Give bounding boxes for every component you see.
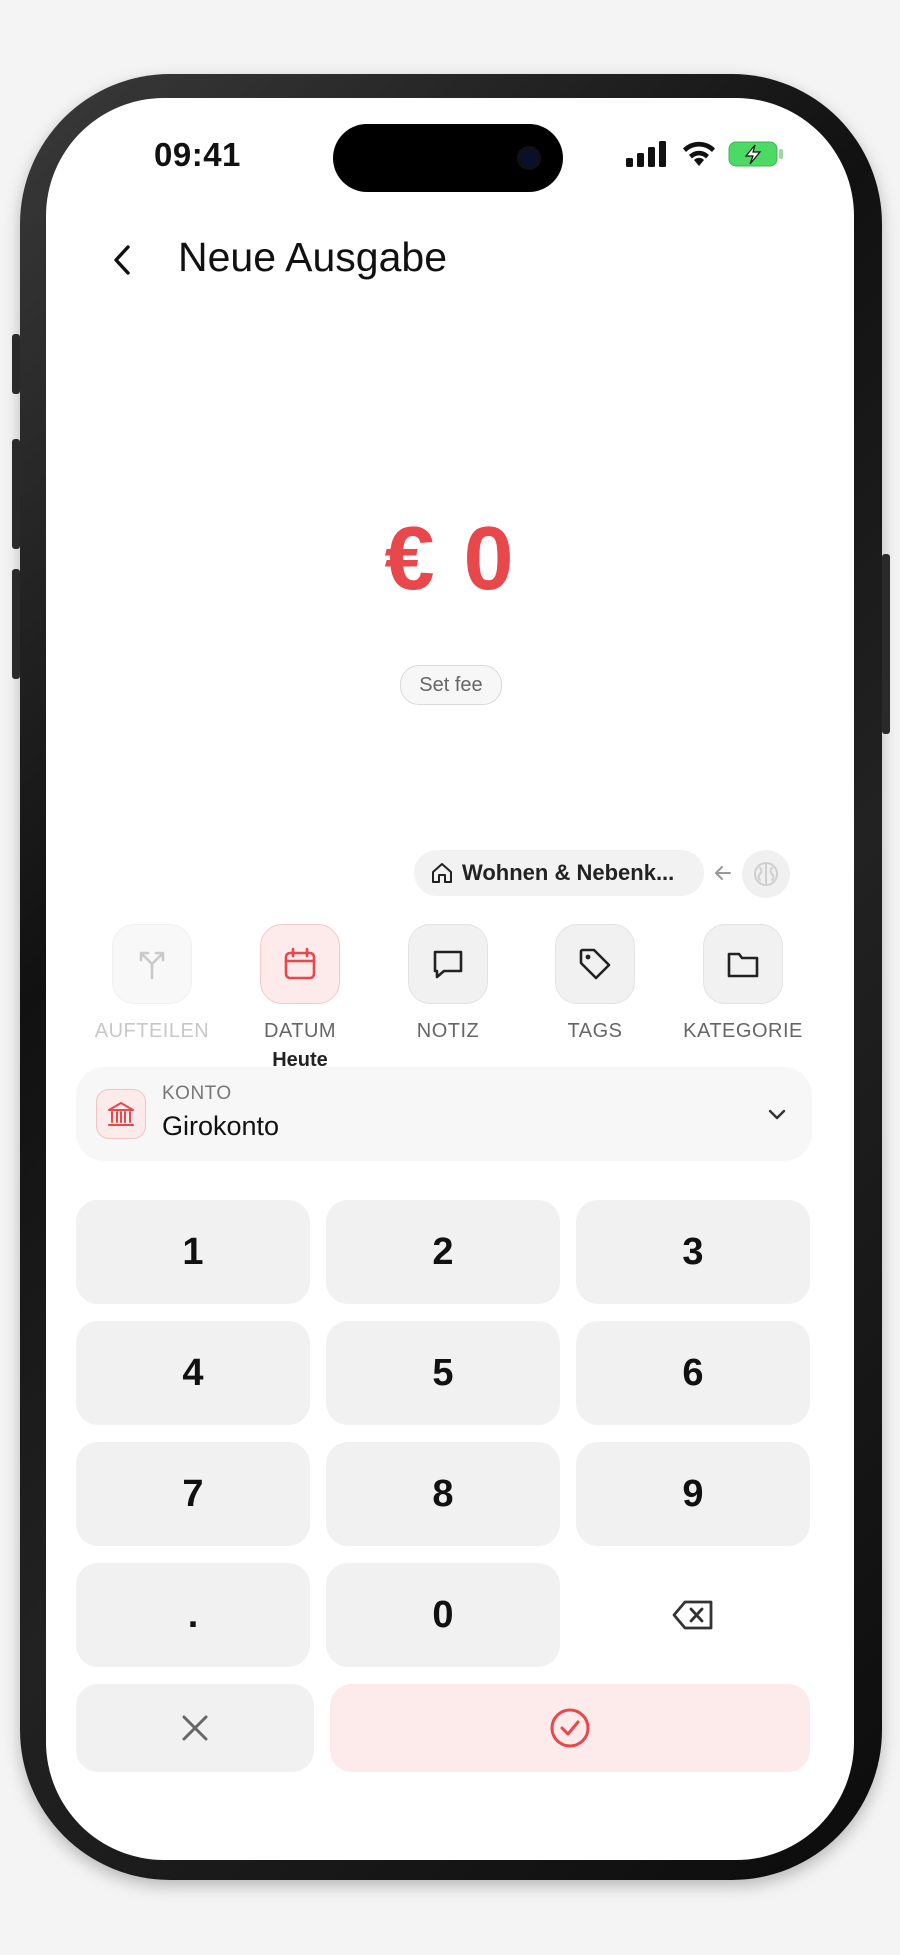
- set-fee-button[interactable]: Set fee: [400, 665, 502, 705]
- status-time: 09:41: [154, 136, 241, 173]
- status-icons: [626, 140, 784, 168]
- page-title: Neue Ausgabe: [178, 234, 448, 280]
- action-kategorie[interactable]: KATEGORIE: [678, 924, 808, 1043]
- backspace-icon: [672, 1600, 713, 1630]
- wifi-icon: [683, 141, 715, 166]
- check-circle-icon: [550, 1708, 590, 1748]
- quick-actions-row: AUFTEILEN DATUM Heute NOTIZ TAGS KATEGOR…: [46, 924, 854, 1071]
- action-button: [12, 334, 20, 394]
- split-icon: [112, 924, 192, 1004]
- note-icon: [408, 924, 488, 1004]
- calendar-icon: [260, 924, 340, 1004]
- brain-icon: [754, 862, 778, 886]
- dynamic-island: [333, 124, 563, 192]
- cellular-signal-icon: [626, 141, 666, 167]
- category-suggestion-chip[interactable]: Wohnen & Nebenk...: [414, 850, 704, 896]
- key-3[interactable]: 3: [576, 1200, 810, 1304]
- account-selector[interactable]: KONTO Girokonto: [76, 1067, 812, 1161]
- action-label: NOTIZ: [416, 1020, 480, 1042]
- cancel-button[interactable]: [76, 1684, 314, 1772]
- arrow-left-icon: [715, 866, 731, 880]
- key-8[interactable]: 8: [326, 1442, 560, 1546]
- backspace-button[interactable]: [576, 1563, 810, 1667]
- confirm-button[interactable]: [330, 1684, 810, 1772]
- action-datum[interactable]: DATUM Heute: [235, 924, 365, 1072]
- key-7[interactable]: 7: [76, 1442, 310, 1546]
- key-0[interactable]: 0: [326, 1563, 560, 1667]
- camera-icon: [517, 146, 541, 170]
- account-value: Girokonto: [162, 1111, 280, 1141]
- action-label: AUFTEILEN: [94, 1020, 210, 1042]
- key-9[interactable]: 9: [576, 1442, 810, 1546]
- home-icon: [432, 863, 452, 883]
- key-1[interactable]: 1: [76, 1200, 310, 1304]
- action-notiz[interactable]: NOTIZ: [383, 924, 513, 1043]
- app-screen: 09:41 Neue Ausgabe € 0 Set fee Wohnen & …: [46, 98, 854, 1860]
- tag-icon: [555, 924, 635, 1004]
- chevron-down-icon: [768, 1109, 786, 1120]
- back-button[interactable]: [98, 236, 146, 284]
- key-6[interactable]: 6: [576, 1321, 810, 1425]
- volume-up-button: [12, 439, 20, 549]
- key-4[interactable]: 4: [76, 1321, 310, 1425]
- close-icon: [182, 1715, 208, 1741]
- key-2[interactable]: 2: [326, 1200, 560, 1304]
- bank-icon: [96, 1089, 146, 1139]
- action-label: TAGS: [567, 1020, 623, 1042]
- action-aufteilen[interactable]: AUFTEILEN: [87, 924, 217, 1043]
- account-label: KONTO: [162, 1083, 232, 1104]
- action-label: DATUM: [263, 1020, 337, 1042]
- power-button: [882, 554, 890, 734]
- key-decimal[interactable]: .: [76, 1563, 310, 1667]
- volume-down-button: [12, 569, 20, 679]
- battery-charging-icon: [728, 141, 783, 167]
- action-tags[interactable]: TAGS: [530, 924, 660, 1043]
- folder-icon: [703, 924, 783, 1004]
- amount-display: € 0: [384, 509, 516, 609]
- nav-header: Neue Ausgabe: [46, 216, 854, 306]
- action-label: KATEGORIE: [683, 1020, 803, 1042]
- ai-suggest-button[interactable]: [742, 850, 790, 898]
- key-5[interactable]: 5: [326, 1321, 560, 1425]
- chevron-left-icon: [114, 245, 130, 275]
- category-suggestion-label: Wohnen & Nebenk...: [462, 860, 675, 885]
